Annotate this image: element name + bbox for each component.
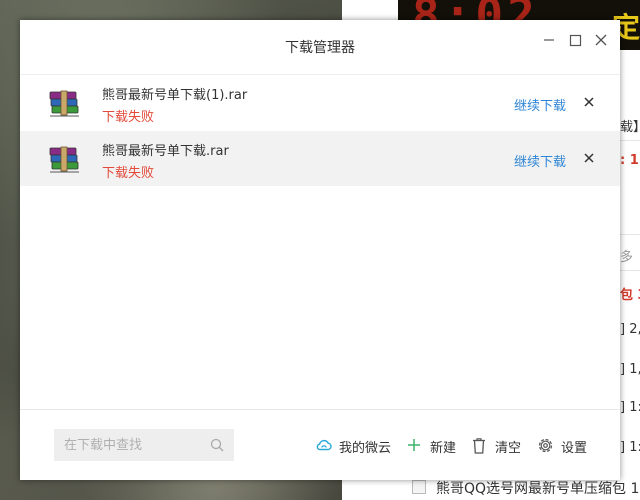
background-text: 多 (620, 250, 634, 265)
search-input[interactable] (54, 429, 214, 461)
minimize-button[interactable] (538, 29, 560, 51)
settings-label: 设置 (561, 441, 588, 456)
plus-icon (408, 439, 420, 451)
maximize-icon (569, 34, 582, 47)
background-text: ] 2, (620, 322, 640, 337)
clear-label: 清空 (495, 441, 522, 456)
search-icon[interactable] (210, 438, 224, 452)
background-checkbox (412, 480, 426, 494)
download-manager-window: 下载管理器 熊哥最新号单下载(1).rar 下载失败 继续下载 熊哥最新号单下载… (20, 20, 620, 480)
close-icon (595, 34, 607, 46)
new-download-button[interactable]: 新建 (406, 436, 458, 456)
trash-icon (473, 438, 485, 454)
resume-download-link[interactable]: 继续下载 (514, 151, 566, 170)
background-divider (620, 234, 640, 235)
window-title: 下载管理器 (285, 40, 355, 56)
maximize-button[interactable] (564, 29, 586, 51)
download-row[interactable]: 熊哥最新号单下载(1).rar 下载失败 继续下载 (20, 75, 620, 130)
resume-download-link[interactable]: 继续下载 (514, 95, 566, 114)
file-name: 熊哥最新号单下载(1).rar (102, 88, 248, 103)
download-status: 下载失败 (102, 166, 155, 181)
my-cloud-label: 我的微云 (339, 441, 392, 456)
my-cloud-button[interactable]: 我的微云 (315, 436, 393, 456)
background-list-item: 熊哥QQ选号网最新号单压缩包 16 (412, 478, 640, 500)
background-text: 载】 (620, 120, 640, 135)
background-text: ] 1: (620, 440, 640, 455)
footer-divider (20, 409, 620, 410)
close-window-button[interactable] (590, 29, 612, 51)
background-text: 包 3 (620, 288, 640, 303)
background-item-label: 熊哥QQ选号网最新号单压缩包 16 (436, 481, 640, 497)
remove-download-icon[interactable] (582, 151, 596, 165)
file-name: 熊哥最新号单下载.rar (102, 144, 229, 159)
background-divider (620, 140, 640, 141)
cloud-icon (316, 439, 332, 451)
background-text: ] 1: (620, 400, 640, 415)
settings-button[interactable]: 设置 (537, 436, 591, 456)
download-row[interactable]: 熊哥最新号单下载.rar 下载失败 继续下载 (20, 131, 620, 186)
background-text: : 1 (620, 153, 639, 168)
minimize-icon (544, 39, 554, 41)
download-search (54, 429, 234, 461)
remove-download-icon[interactable] (582, 95, 596, 109)
rar-archive-icon (49, 90, 79, 117)
clear-button[interactable]: 清空 (471, 436, 523, 456)
download-status: 下载失败 (102, 110, 155, 125)
background-text: ] 1, (620, 362, 640, 377)
gear-icon (538, 438, 553, 453)
background-divider (620, 270, 640, 271)
rar-archive-icon (49, 146, 79, 173)
new-label: 新建 (430, 441, 457, 456)
